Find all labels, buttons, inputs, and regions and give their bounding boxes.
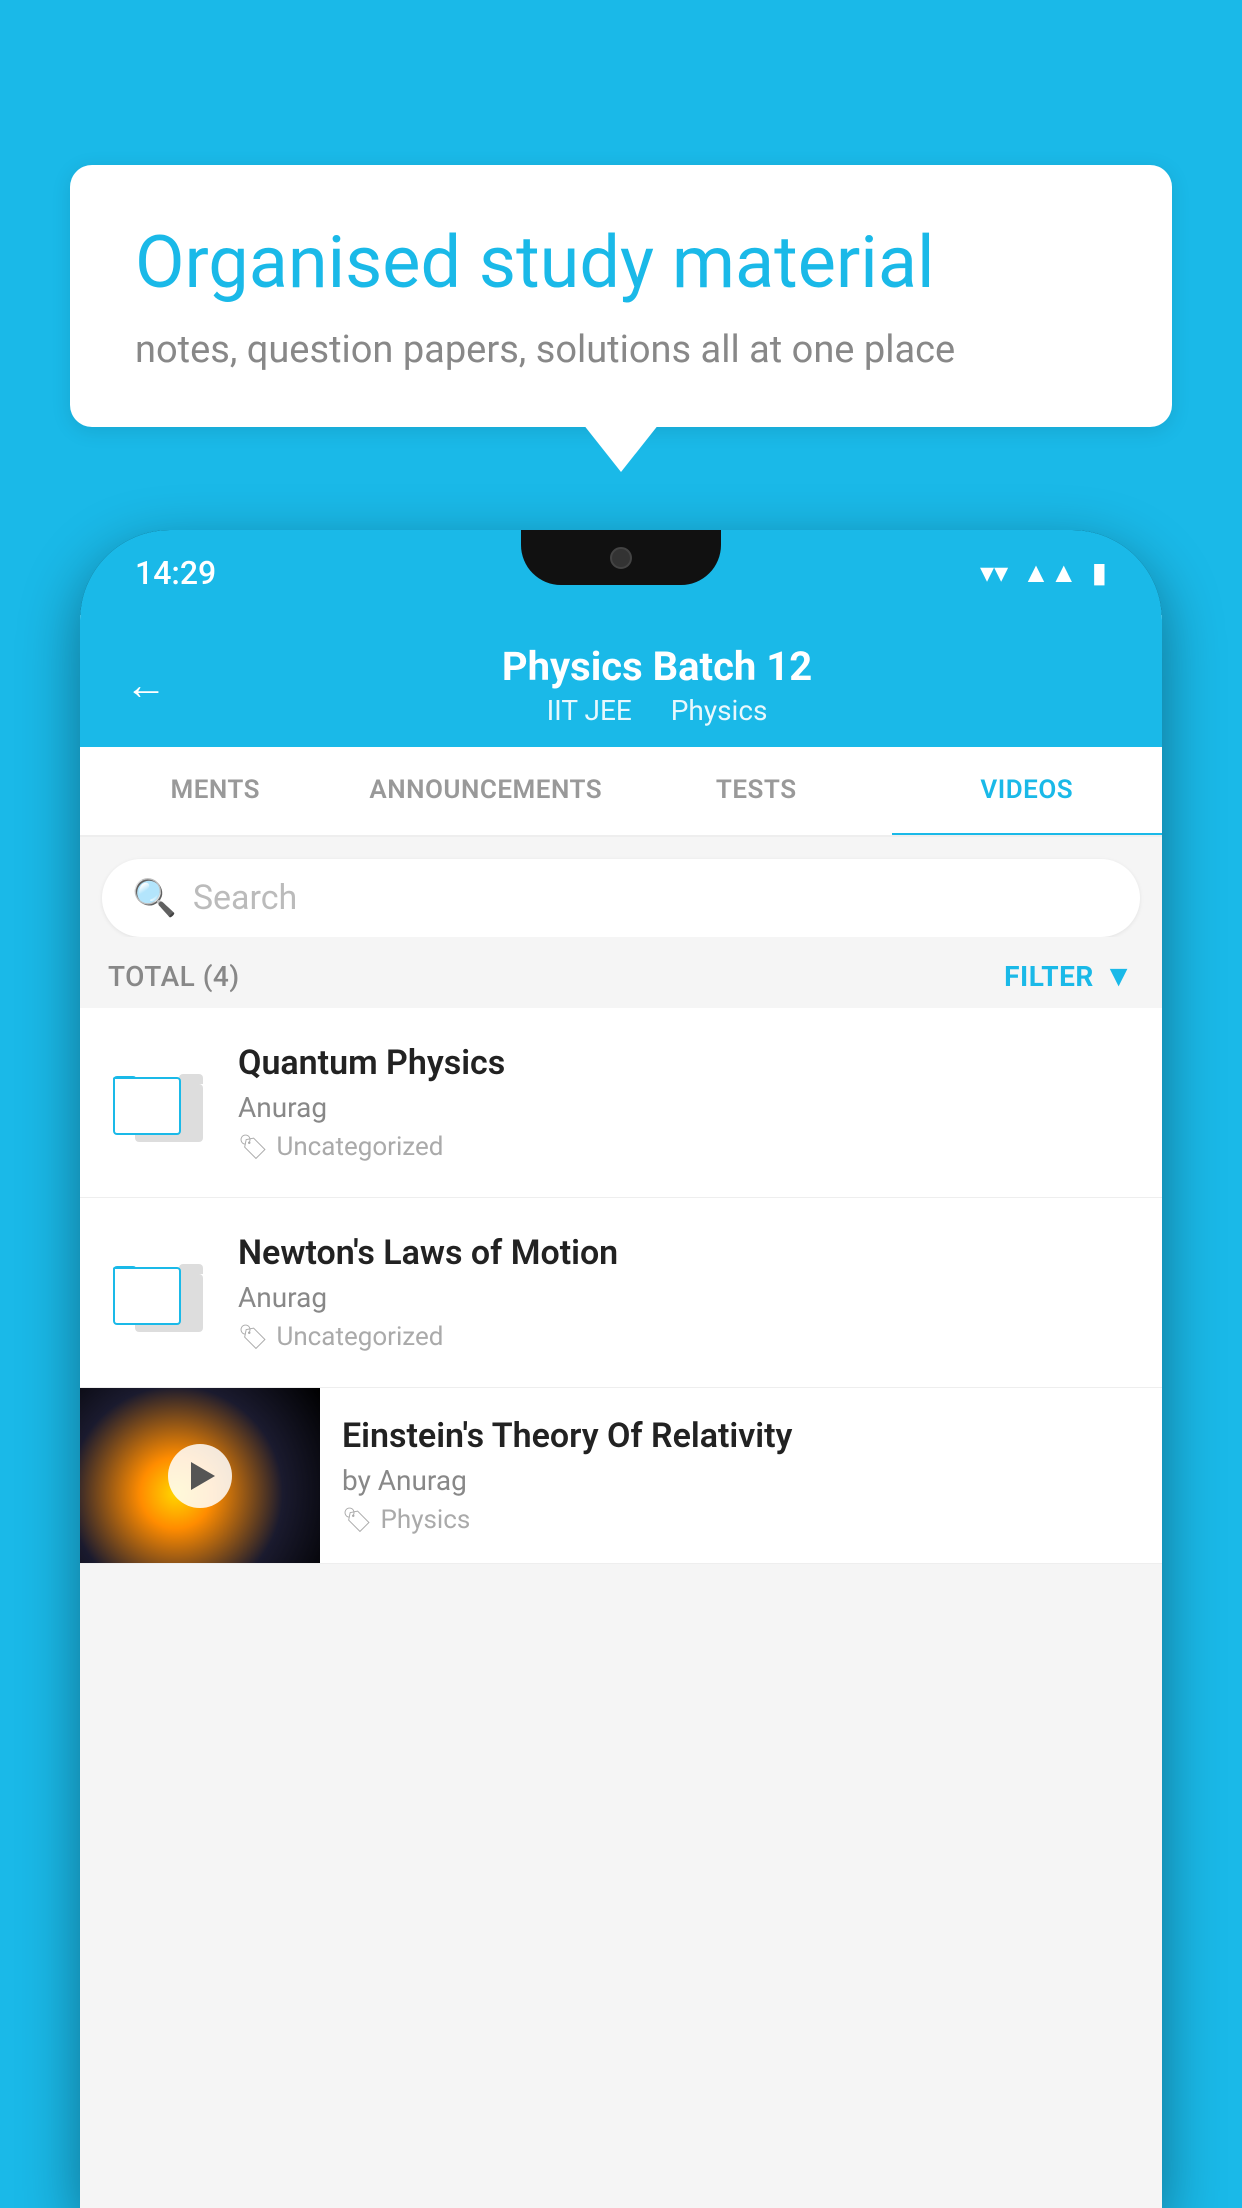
filter-button[interactable]: FILTER ▼	[1004, 959, 1134, 994]
content-area: 🔍 Search TOTAL (4) FILTER ▼	[80, 837, 1162, 2208]
play-icon	[191, 1462, 215, 1490]
video-play-button[interactable]	[168, 1444, 232, 1508]
signal-icon: ▲▲	[1022, 556, 1077, 589]
tab-announcements[interactable]: ANNOUNCEMENTS	[351, 747, 622, 835]
tab-videos[interactable]: VIDEOS	[892, 747, 1163, 837]
filter-icon: ▼	[1104, 959, 1134, 994]
item-info: Newton's Laws of Motion Anurag 🏷 Uncateg…	[238, 1233, 1134, 1352]
header-title-area: Physics Batch 12 IIT JEE Physics	[197, 643, 1117, 727]
filter-label: FILTER	[1004, 960, 1094, 993]
item-title: Quantum Physics	[238, 1043, 1134, 1083]
tag-label: Physics	[380, 1505, 470, 1535]
tag-icon: 🏷	[238, 1323, 268, 1351]
folder-icon-container	[108, 1064, 208, 1142]
bubble-title: Organised study material	[135, 220, 1107, 306]
list-item-video[interactable]: Einstein's Theory Of Relativity by Anura…	[80, 1388, 1162, 1564]
tag-icon: 🏷	[342, 1506, 372, 1534]
status-icons: ▾▾ ▲▲ ▮	[980, 556, 1107, 589]
item-tag: 🏷 Uncategorized	[238, 1322, 1134, 1352]
status-bar: 14:29 ▾▾ ▲▲ ▮	[80, 530, 1162, 615]
status-time: 14:29	[135, 554, 216, 592]
tab-ments[interactable]: MENTS	[80, 747, 351, 835]
video-thumbnail	[80, 1388, 320, 1563]
video-tag: 🏷 Physics	[342, 1505, 1140, 1535]
tag-icon: 🏷	[238, 1133, 268, 1161]
item-author: Anurag	[238, 1091, 1134, 1124]
item-info: Quantum Physics Anurag 🏷 Uncategorized	[238, 1043, 1134, 1162]
search-icon: 🔍	[132, 877, 177, 919]
notch-camera	[610, 547, 632, 569]
tag-label: Uncategorized	[276, 1322, 443, 1352]
item-tag: 🏷 Uncategorized	[238, 1132, 1134, 1162]
filter-bar: TOTAL (4) FILTER ▼	[80, 937, 1162, 1008]
app-header: ← Physics Batch 12 IIT JEE Physics	[80, 615, 1162, 747]
speech-bubble: Organised study material notes, question…	[70, 165, 1172, 427]
batch-title: Physics Batch 12	[197, 643, 1117, 690]
video-list: Quantum Physics Anurag 🏷 Uncategorized	[80, 1008, 1162, 1564]
back-button[interactable]: ←	[125, 661, 167, 710]
phone-frame: 14:29 ▾▾ ▲▲ ▮ ← Physics Batch 12 IIT JEE…	[80, 530, 1162, 2208]
tag-iitjee: IIT JEE	[547, 694, 632, 727]
tag-label: Uncategorized	[276, 1132, 443, 1162]
wifi-icon: ▾▾	[980, 556, 1008, 589]
phone-screen: ← Physics Batch 12 IIT JEE Physics MENTS…	[80, 615, 1162, 2208]
phone-inner: ← Physics Batch 12 IIT JEE Physics MENTS…	[80, 615, 1162, 2208]
batch-subtitle: IIT JEE Physics	[197, 694, 1117, 727]
tag-physics: Physics	[671, 694, 768, 727]
list-item[interactable]: Quantum Physics Anurag 🏷 Uncategorized	[80, 1008, 1162, 1198]
battery-icon: ▮	[1092, 556, 1107, 589]
total-count: TOTAL (4)	[108, 960, 240, 993]
dual-folder-icon	[113, 1064, 203, 1142]
tab-tests[interactable]: TESTS	[621, 747, 892, 835]
search-bar[interactable]: 🔍 Search	[102, 859, 1140, 937]
video-author: by Anurag	[342, 1464, 1140, 1497]
item-author: Anurag	[238, 1281, 1134, 1314]
video-info: Einstein's Theory Of Relativity by Anura…	[320, 1388, 1162, 1563]
list-item[interactable]: Newton's Laws of Motion Anurag 🏷 Uncateg…	[80, 1198, 1162, 1388]
video-title: Einstein's Theory Of Relativity	[342, 1416, 1140, 1456]
phone-notch	[521, 530, 721, 585]
tabs-bar: MENTS ANNOUNCEMENTS TESTS VIDEOS	[80, 747, 1162, 837]
item-title: Newton's Laws of Motion	[238, 1233, 1134, 1273]
bubble-subtitle: notes, question papers, solutions all at…	[135, 328, 1107, 372]
dual-folder-icon	[113, 1254, 203, 1332]
folder-icon-container	[108, 1254, 208, 1332]
search-placeholder[interactable]: Search	[193, 878, 297, 918]
